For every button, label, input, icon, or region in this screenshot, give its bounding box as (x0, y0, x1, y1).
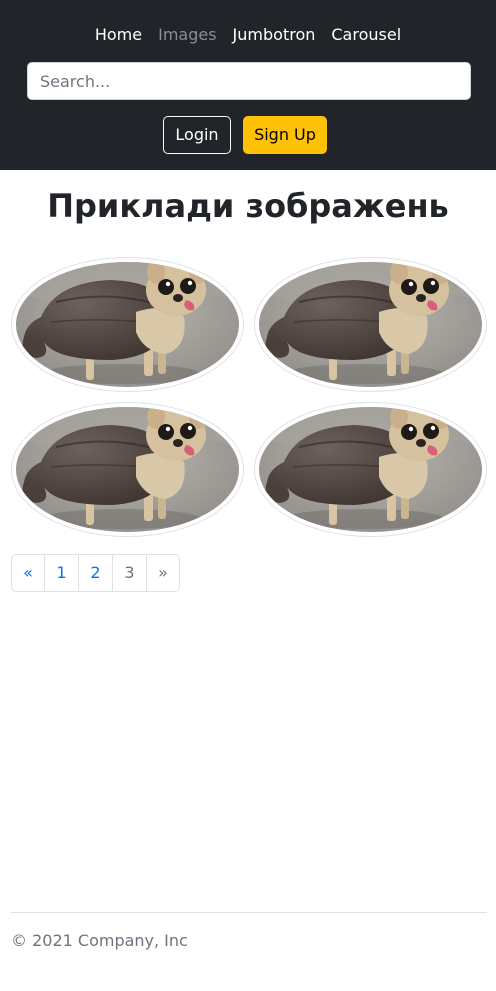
dog-in-cap-photo (259, 407, 482, 532)
login-button[interactable]: Login (163, 116, 231, 154)
main-nav: Home Images Jumbotron Carousel (0, 22, 496, 48)
pagination: « 1 2 3 » (11, 554, 180, 592)
footer-divider (11, 912, 487, 913)
top-navbar: Home Images Jumbotron Carousel Login Sig… (0, 0, 496, 170)
nav-link-home[interactable]: Home (87, 22, 150, 48)
pagination-page-3: 3 (112, 554, 147, 592)
page-title: Приклади зображень (47, 187, 449, 225)
dog-in-cap-photo (16, 407, 239, 532)
pagination-prev-button[interactable]: « (11, 554, 45, 592)
signup-button[interactable]: Sign Up (243, 116, 327, 154)
image-thumbnail[interactable] (254, 402, 487, 537)
pagination-next-button: » (146, 554, 180, 592)
image-thumbnail[interactable] (254, 257, 487, 392)
nav-link-images[interactable]: Images (150, 22, 224, 48)
pagination-page-2[interactable]: 2 (78, 554, 113, 592)
dog-in-cap-photo (16, 262, 239, 387)
nav-link-jumbotron[interactable]: Jumbotron (225, 22, 324, 48)
nav-link-carousel[interactable]: Carousel (323, 22, 409, 48)
footer-copyright: © 2021 Company, Inc (11, 931, 188, 950)
dog-in-cap-photo (259, 262, 482, 387)
pagination-page-1[interactable]: 1 (44, 554, 79, 592)
image-thumbnail[interactable] (11, 257, 244, 392)
search-input[interactable] (27, 62, 471, 100)
image-thumbnail[interactable] (11, 402, 244, 537)
